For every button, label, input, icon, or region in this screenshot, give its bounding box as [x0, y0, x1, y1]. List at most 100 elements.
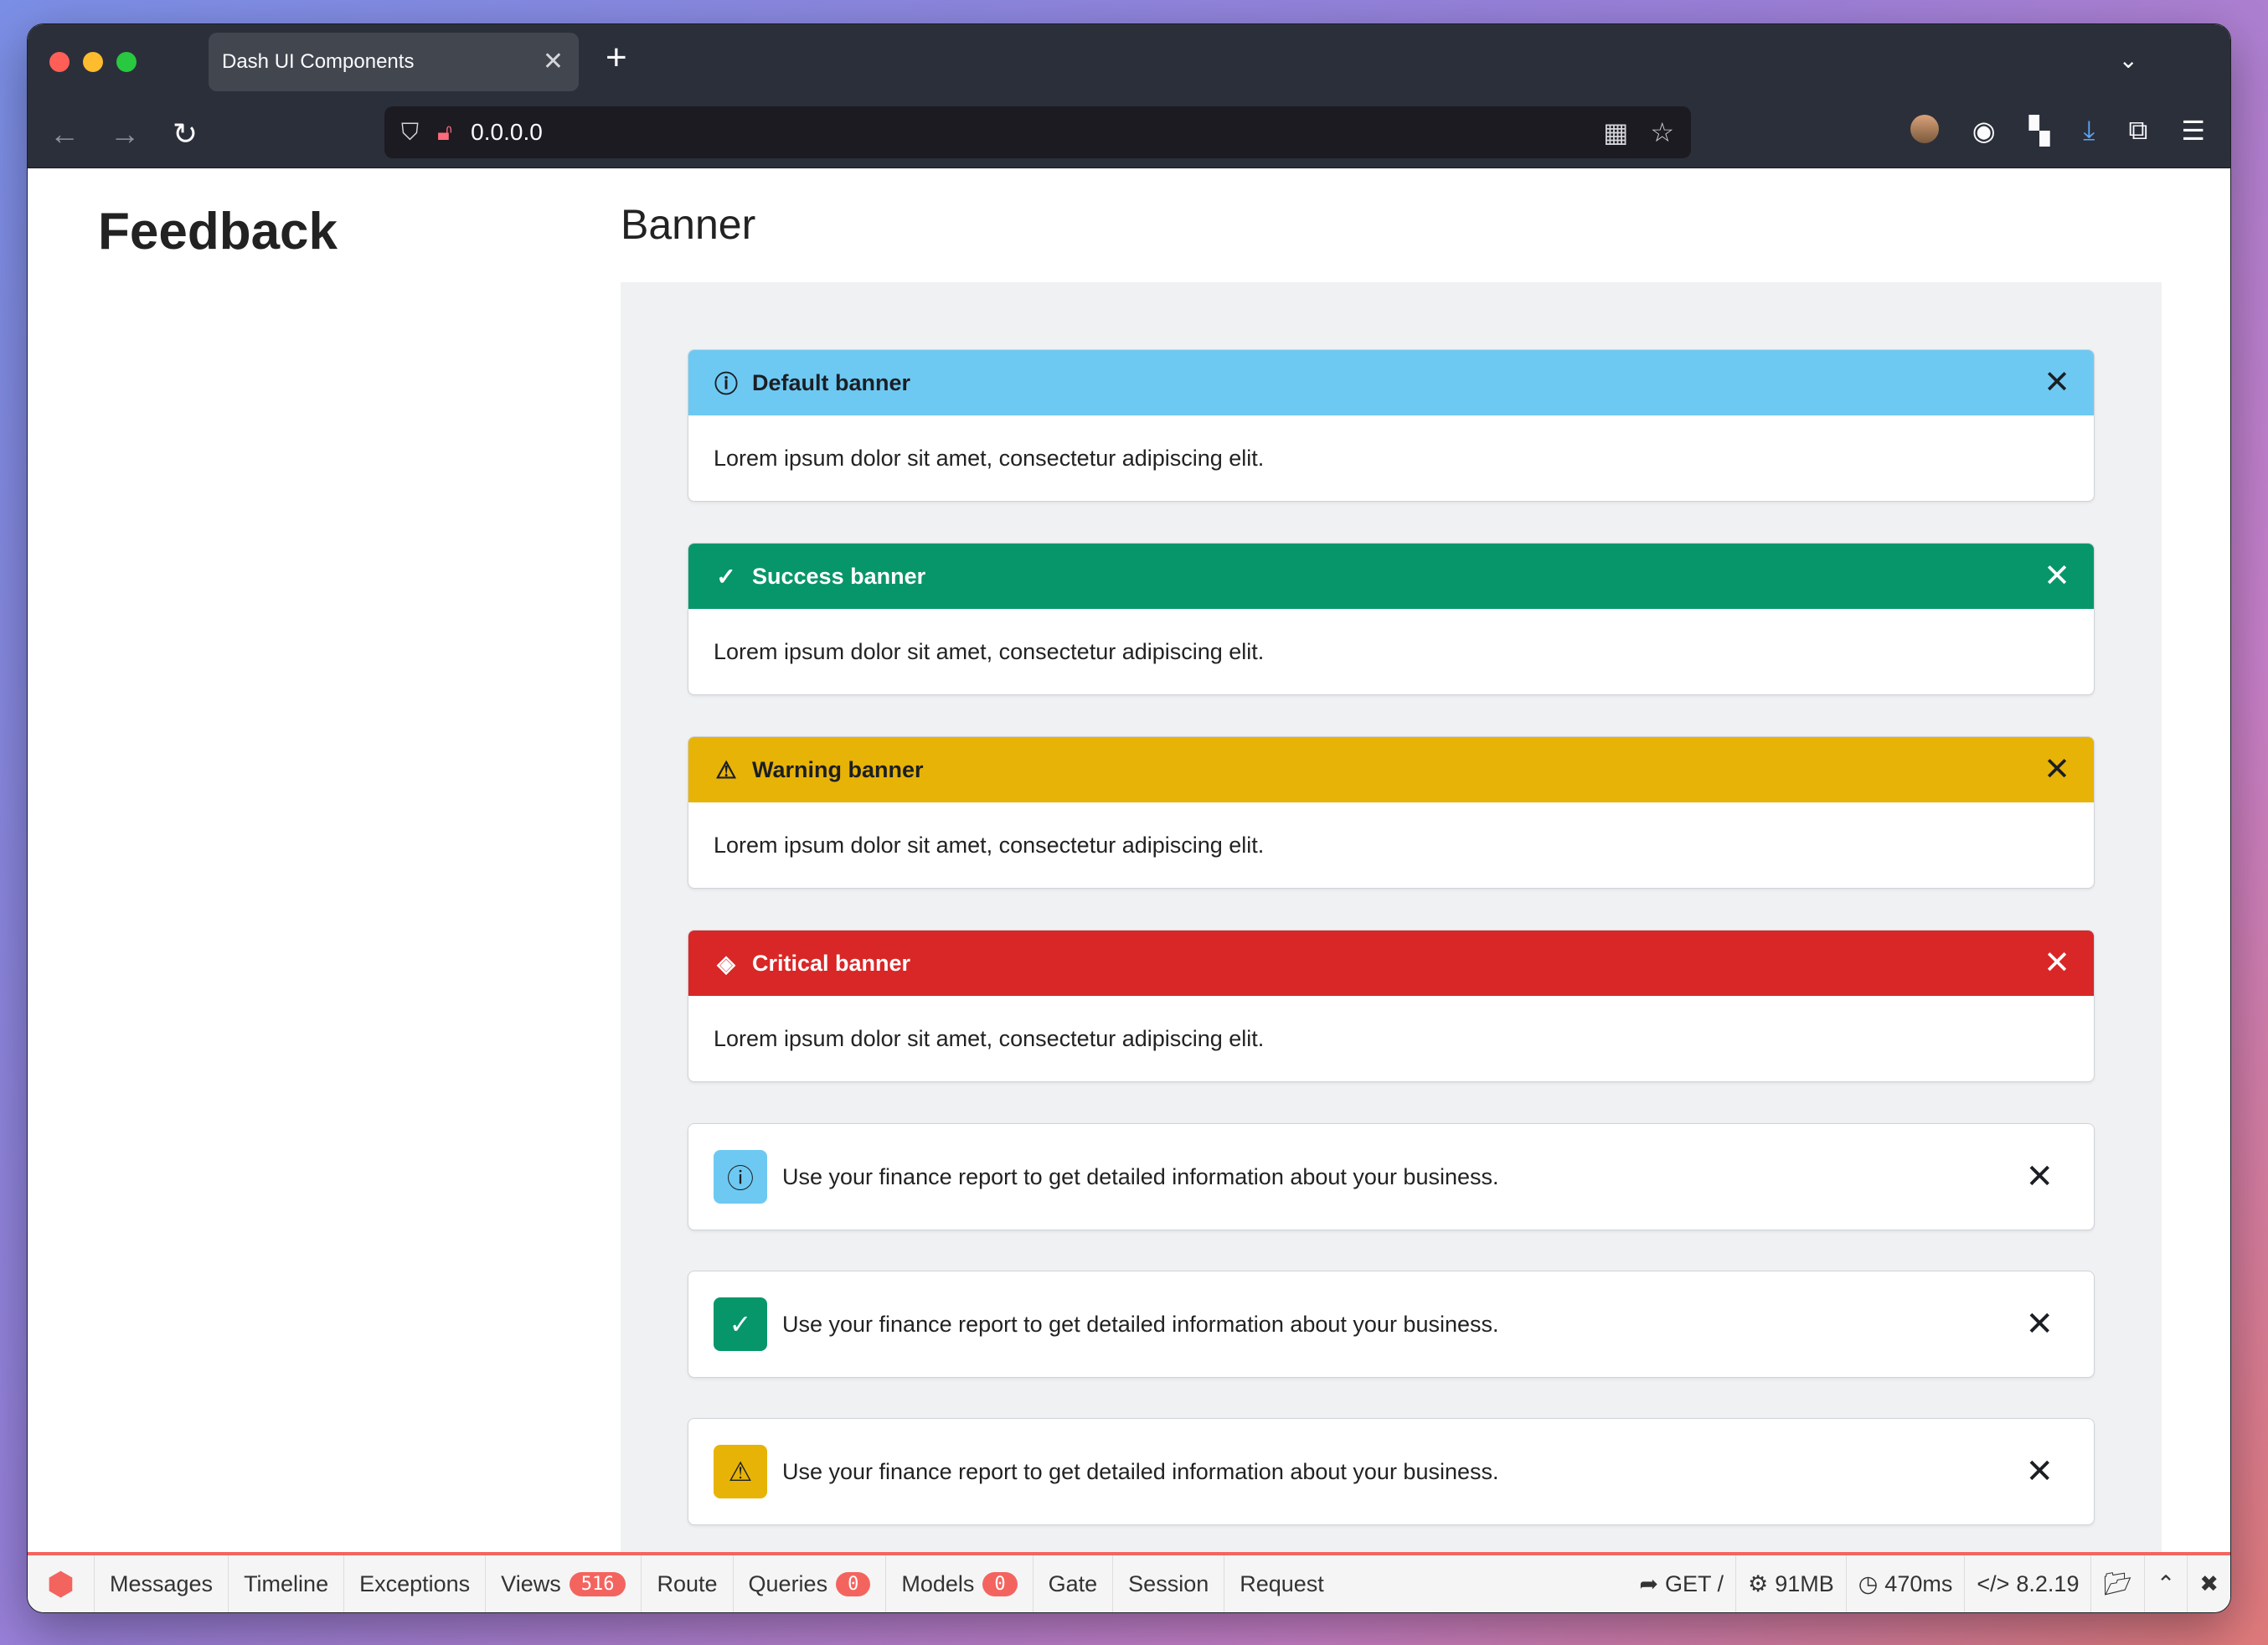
banner-body: Lorem ipsum dolor sit amet, consectetur … — [714, 446, 1265, 471]
download-icon[interactable]: ⤓ — [2083, 115, 2095, 147]
tab-label: Gate — [1048, 1570, 1098, 1596]
star-icon[interactable]: ☆ — [1650, 116, 1674, 148]
debug-bar: ⬢ Messages Timeline Exceptions Views 516 … — [28, 1552, 2230, 1612]
close-icon[interactable]: ✕ — [2008, 1455, 2070, 1488]
views-count-badge: 516 — [569, 1571, 626, 1596]
note-text: Use your finance report to get detailed … — [782, 1458, 1499, 1484]
banner-header: ✓ Success banner ✕ — [688, 544, 2094, 609]
forward-arrow-icon[interactable]: → — [95, 118, 155, 149]
close-icon[interactable]: ✕ — [2037, 560, 2077, 592]
close-window-button[interactable] — [49, 52, 70, 72]
warning-note: ⚠ Use your finance report to get detaile… — [688, 1418, 2095, 1525]
chevron-up-icon: ⌃ — [2156, 1570, 2176, 1596]
critical-icon: ◈ — [717, 950, 735, 977]
tab-label: Exceptions — [359, 1570, 471, 1596]
close-icon[interactable]: ✕ — [2037, 947, 2077, 979]
close-icon[interactable]: ✕ — [2008, 1160, 2070, 1194]
banner-showcase: ⓘ Default banner ✕ Lorem ipsum dolor sit… — [621, 282, 2162, 1589]
tab-label: Views — [501, 1570, 561, 1596]
warning-icon: ⚠ — [714, 1445, 767, 1498]
banner-header: ◈ Critical banner ✕ — [688, 931, 2094, 996]
reload-icon[interactable]: ↻ — [155, 118, 215, 149]
page-content: Feedback Banner ⓘ Default banner ✕ Lorem… — [28, 168, 2230, 1589]
request-method-text: GET / — [1664, 1570, 1724, 1596]
memory-usage[interactable]: ⚙ 91MB — [1735, 1555, 1846, 1612]
request-time[interactable]: ◷ 470ms — [1845, 1555, 1965, 1612]
extension-icon[interactable]: ◉ — [1972, 115, 1996, 147]
success-banner: ✓ Success banner ✕ Lorem ipsum dolor sit… — [688, 543, 2095, 695]
lock-icon[interactable]: 🔓︎ — [437, 119, 452, 147]
tab-label: Session — [1128, 1570, 1209, 1596]
minimize-window-button[interactable] — [83, 52, 103, 72]
close-icon[interactable]: ✕ — [2037, 367, 2077, 399]
browser-tab[interactable]: Dash UI Components ✕ — [209, 33, 579, 91]
apps-grid-icon[interactable]: ▚ — [2029, 115, 2050, 147]
menu-icon[interactable]: ☰ — [2181, 115, 2205, 147]
browser-window: Dash UI Components ✕ + ⌄ ← → ↻ ⛉ 🔓︎ 0.0.… — [27, 23, 2231, 1613]
url-bar[interactable]: ⛉ 🔓︎ 0.0.0.0 ▦ ☆ — [384, 106, 1691, 158]
tab-label: Timeline — [244, 1570, 329, 1596]
puzzle-extension-icon[interactable]: ⧉ — [2128, 115, 2147, 147]
clock-icon: ◷ — [1858, 1570, 1879, 1596]
close-icon[interactable]: ✕ — [2037, 754, 2077, 786]
note-text: Use your finance report to get detailed … — [782, 1311, 1499, 1337]
memory-text: 91MB — [1775, 1570, 1834, 1596]
code-icon: </> — [1977, 1570, 2010, 1596]
tab-queries[interactable]: Queries 0 — [734, 1555, 887, 1612]
check-icon: ✓ — [716, 563, 736, 590]
url-text[interactable]: 0.0.0.0 — [471, 119, 1581, 146]
maximize-debugbar-button[interactable]: ⌃ — [2143, 1555, 2188, 1612]
tab-label: Messages — [110, 1570, 214, 1596]
maximize-window-button[interactable] — [116, 52, 137, 72]
tab-label: Models — [901, 1570, 975, 1596]
close-icon: ✖ — [2199, 1570, 2219, 1596]
toolbar-icons: ◉ ▚ ⤓ ⧉ ☰ — [1910, 115, 2205, 147]
chevron-down-icon[interactable]: ⌄ — [2119, 46, 2138, 74]
close-icon[interactable]: ✕ — [2008, 1307, 2070, 1341]
folder-open-icon: 📂︎ — [2103, 1571, 2132, 1596]
profile-avatar-icon[interactable] — [1910, 115, 1939, 143]
close-debugbar-button[interactable]: ✖ — [2187, 1555, 2230, 1612]
tab-title: Dash UI Components — [222, 50, 415, 73]
cogs-icon: ⚙ — [1747, 1570, 1769, 1596]
banner-header: ⓘ Default banner ✕ — [688, 350, 2094, 415]
banner-body: Lorem ipsum dolor sit amet, consectetur … — [714, 639, 1265, 664]
tab-views[interactable]: Views 516 — [486, 1555, 642, 1612]
request-method[interactable]: ➦ GET / — [1627, 1555, 1735, 1612]
shield-icon[interactable]: ⛉ — [401, 119, 419, 147]
banner-body: Lorem ipsum dolor sit amet, consectetur … — [714, 1026, 1265, 1051]
close-tab-icon[interactable]: ✕ — [543, 49, 564, 75]
tab-route[interactable]: Route — [642, 1555, 734, 1612]
tab-gate[interactable]: Gate — [1033, 1555, 1114, 1612]
tab-models[interactable]: Models 0 — [886, 1555, 1033, 1612]
tab-exceptions[interactable]: Exceptions — [344, 1555, 487, 1612]
banner-header: ⚠ Warning banner ✕ — [688, 737, 2094, 802]
info-icon: ⓘ — [714, 371, 738, 397]
qr-code-icon[interactable]: ▦ — [1603, 116, 1628, 148]
window-controls — [49, 52, 137, 72]
navigation-bar: ← → ↻ ⛉ 🔓︎ 0.0.0.0 ▦ ☆ ◉ ▚ ⤓ ⧉ ☰ — [28, 100, 2230, 168]
laravel-logo-icon[interactable]: ⬢ — [28, 1555, 95, 1612]
tab-label: Route — [657, 1570, 718, 1596]
queries-count-badge: 0 — [836, 1571, 871, 1596]
tab-bar: Dash UI Components ✕ + ⌄ — [28, 24, 2230, 100]
open-folder-button[interactable]: 📂︎ — [2090, 1555, 2143, 1612]
php-version[interactable]: </> 8.2.19 — [1964, 1555, 2090, 1612]
time-text: 470ms — [1884, 1570, 1953, 1596]
sidebar-title: Feedback — [98, 203, 338, 260]
tab-timeline[interactable]: Timeline — [229, 1555, 345, 1612]
warning-icon: ⚠ — [715, 756, 737, 783]
back-arrow-icon[interactable]: ← — [34, 118, 95, 149]
banner-title: Warning banner — [752, 756, 924, 782]
info-note: ⓘ Use your finance report to get detaile… — [688, 1123, 2095, 1230]
note-text: Use your finance report to get detailed … — [782, 1163, 1499, 1189]
default-banner: ⓘ Default banner ✕ Lorem ipsum dolor sit… — [688, 349, 2095, 502]
banner-title: Default banner — [752, 369, 911, 395]
php-version-text: 8.2.19 — [2016, 1570, 2080, 1596]
check-icon: ✓ — [714, 1297, 767, 1351]
banner-title: Success banner — [752, 563, 926, 589]
tab-session[interactable]: Session — [1113, 1555, 1225, 1612]
new-tab-icon[interactable]: + — [606, 39, 627, 76]
tab-request[interactable]: Request — [1224, 1555, 1339, 1612]
tab-messages[interactable]: Messages — [95, 1555, 229, 1612]
